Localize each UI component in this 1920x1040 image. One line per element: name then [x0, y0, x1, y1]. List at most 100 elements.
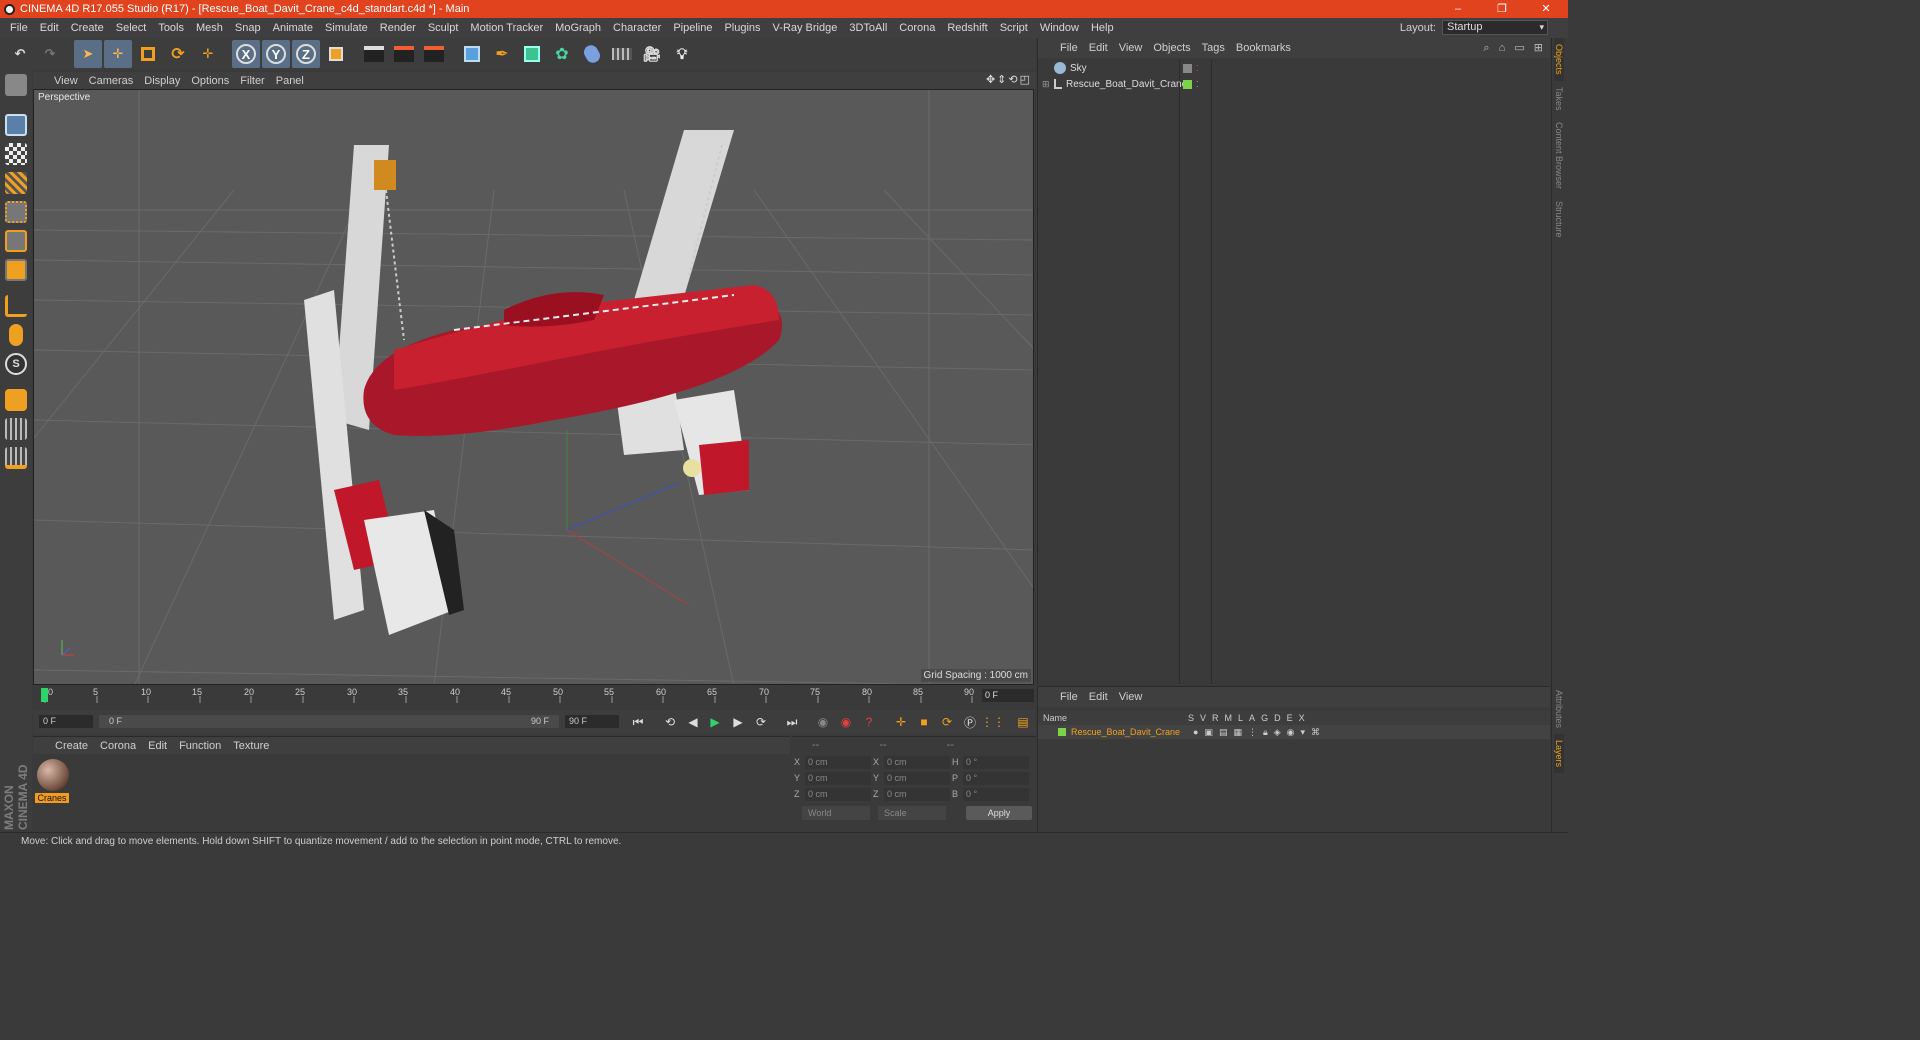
array-button[interactable]: ✿	[548, 40, 576, 68]
record-keys-button[interactable]: ◉	[813, 712, 833, 732]
key-pla-button[interactable]: ⋮⋮	[981, 712, 1005, 732]
menu-plugins[interactable]: Plugins	[718, 22, 766, 34]
position-y-field[interactable]: 0 cm	[805, 771, 871, 785]
objects-menu-edit[interactable]: Edit	[1085, 42, 1115, 54]
viewport-menu-options[interactable]: Options	[188, 75, 237, 87]
autokey-button[interactable]: ◉	[836, 712, 856, 732]
position-z-field[interactable]: 0 cm	[805, 787, 871, 801]
rotation-h-field[interactable]: 0 °	[963, 755, 1029, 769]
tweak-mode-button[interactable]	[2, 321, 30, 349]
preview-range-slider[interactable]: 0 F 90 F	[99, 715, 559, 728]
end-frame-field[interactable]: 90 F	[565, 715, 619, 728]
apply-button[interactable]: Apply	[966, 806, 1032, 820]
tab-layers[interactable]: Layers	[1554, 733, 1564, 773]
redo-button[interactable]: ↷	[36, 40, 64, 68]
expand-icon[interactable]: ⊞	[1042, 79, 1050, 90]
next-key-button[interactable]: ⟳	[751, 712, 771, 732]
layers-menu-file[interactable]: File	[1056, 691, 1085, 703]
menu-render[interactable]: Render	[374, 22, 422, 34]
tab-structure[interactable]: Structure	[1554, 195, 1564, 244]
maximize-button[interactable]: ❐	[1480, 0, 1524, 18]
size-mode-dropdown[interactable]: Scale	[878, 806, 946, 820]
cube-button[interactable]	[458, 40, 486, 68]
workplane-align-button[interactable]	[2, 444, 30, 472]
close-button[interactable]: ✕	[1524, 0, 1568, 18]
go-to-start-button[interactable]: ⏮	[628, 712, 648, 732]
recent-tools-button[interactable]: ✛	[194, 40, 222, 68]
current-frame-field[interactable]: 0 F	[982, 689, 1034, 702]
menu-mograph[interactable]: MoGraph	[549, 22, 607, 34]
layer-name[interactable]: Rescue_Boat_Davit_Crane	[1071, 727, 1180, 737]
menu-3dtoall[interactable]: 3DToAll	[843, 22, 893, 34]
object-name[interactable]: Sky	[1070, 63, 1087, 74]
menu-help[interactable]: Help	[1085, 22, 1120, 34]
move-tool-button[interactable]: ✛	[104, 40, 132, 68]
make-editable-button[interactable]	[2, 71, 30, 99]
layer-color-swatch[interactable]	[1058, 728, 1066, 736]
objects-menu-view[interactable]: View	[1115, 42, 1150, 54]
material-name-label[interactable]: Cranes	[35, 793, 69, 803]
floor-button[interactable]	[608, 40, 636, 68]
viewport-menu-cameras[interactable]: Cameras	[86, 75, 142, 87]
render-settings-button[interactable]	[420, 40, 448, 68]
play-button[interactable]: ▶	[705, 712, 725, 732]
rotation-p-field[interactable]: 0 °	[963, 771, 1029, 785]
menu-character[interactable]: Character	[607, 22, 667, 34]
menu-tools[interactable]: Tools	[152, 22, 190, 34]
material-preview-ball[interactable]	[37, 759, 69, 791]
menu-script[interactable]: Script	[994, 22, 1034, 34]
objects-menu-file[interactable]: File	[1056, 42, 1085, 54]
texture-mode-button[interactable]	[2, 140, 30, 168]
undo-button[interactable]: ↶	[6, 40, 34, 68]
tab-attributes[interactable]: Attributes	[1554, 684, 1564, 734]
workplane-mode-button[interactable]	[2, 169, 30, 197]
key-parameter-button[interactable]: Ⓟ	[960, 712, 980, 732]
tab-takes[interactable]: Takes	[1554, 81, 1564, 117]
object-manager-search-icon[interactable]: ⌕ ⌂ ▭ ⊞	[1483, 41, 1546, 55]
axis-mode-button[interactable]	[2, 292, 30, 320]
subdivision-button[interactable]	[518, 40, 546, 68]
material-menu-create[interactable]: Create	[51, 740, 96, 752]
menu-sculpt[interactable]: Sculpt	[422, 22, 465, 34]
start-frame-field[interactable]: 0 F	[39, 715, 93, 728]
menu-animate[interactable]: Animate	[267, 22, 319, 34]
previous-key-button[interactable]: ⟲	[660, 712, 680, 732]
viewport-menu-display[interactable]: Display	[141, 75, 188, 87]
menu-motion-tracker[interactable]: Motion Tracker	[464, 22, 549, 34]
object-row-sky[interactable]: Sky ⁚	[1038, 60, 1551, 76]
layers-menu-edit[interactable]: Edit	[1085, 691, 1115, 703]
tab-content-browser[interactable]: Content Browser	[1554, 116, 1564, 195]
perspective-viewport[interactable]: Perspective Grid Spacing : 1000 cm	[33, 89, 1034, 685]
previous-frame-button[interactable]: ◀	[683, 712, 703, 732]
menu-simulate[interactable]: Simulate	[319, 22, 374, 34]
workplane-lock-button[interactable]	[2, 415, 30, 443]
layers-menu-view[interactable]: View	[1115, 691, 1150, 703]
material-menu-texture[interactable]: Texture	[229, 740, 277, 752]
layout-select[interactable]: Startup	[1442, 20, 1548, 35]
render-view-button[interactable]	[360, 40, 388, 68]
render-picture-viewer-button[interactable]	[390, 40, 418, 68]
visibility-dots-icon[interactable]: ⁚	[1196, 64, 1199, 73]
position-x-field[interactable]: 0 cm	[805, 755, 871, 769]
layer-row[interactable]: Rescue_Boat_Davit_Crane ●▣▤▦⋮🔒︎◈◉▾⌘	[1038, 725, 1550, 739]
z-axis-lock-button[interactable]: Z	[292, 40, 320, 68]
visibility-dots-icon[interactable]: ⁚	[1196, 80, 1199, 89]
viewport-nav-icons[interactable]: ✥⇕⟲◰	[986, 73, 1032, 86]
objects-menu-objects[interactable]: Objects	[1149, 42, 1197, 54]
points-mode-button[interactable]	[2, 198, 30, 226]
timeline-window-button[interactable]: ▤	[1013, 712, 1033, 732]
pen-spline-button[interactable]: ✒	[488, 40, 516, 68]
size-y-field[interactable]: 0 cm	[884, 771, 950, 785]
magnet-tool-button[interactable]	[2, 386, 30, 414]
menu-pipeline[interactable]: Pipeline	[667, 22, 718, 34]
y-axis-lock-button[interactable]: Y	[262, 40, 290, 68]
edges-mode-button[interactable]	[2, 227, 30, 255]
menu-select[interactable]: Select	[110, 22, 153, 34]
material-menu-edit[interactable]: Edit	[144, 740, 175, 752]
rotate-tool-button[interactable]: ⟳	[164, 40, 192, 68]
timeline-ruler[interactable]: 0 5 10 15 20 25 30 35 40 45 50 55 60 65 …	[33, 687, 1036, 703]
tab-objects[interactable]: Objects	[1554, 38, 1564, 81]
size-z-field[interactable]: 0 cm	[884, 787, 950, 801]
viewport-menu-panel[interactable]: Panel	[273, 75, 312, 87]
light-button[interactable]: 💡︎	[668, 40, 696, 68]
